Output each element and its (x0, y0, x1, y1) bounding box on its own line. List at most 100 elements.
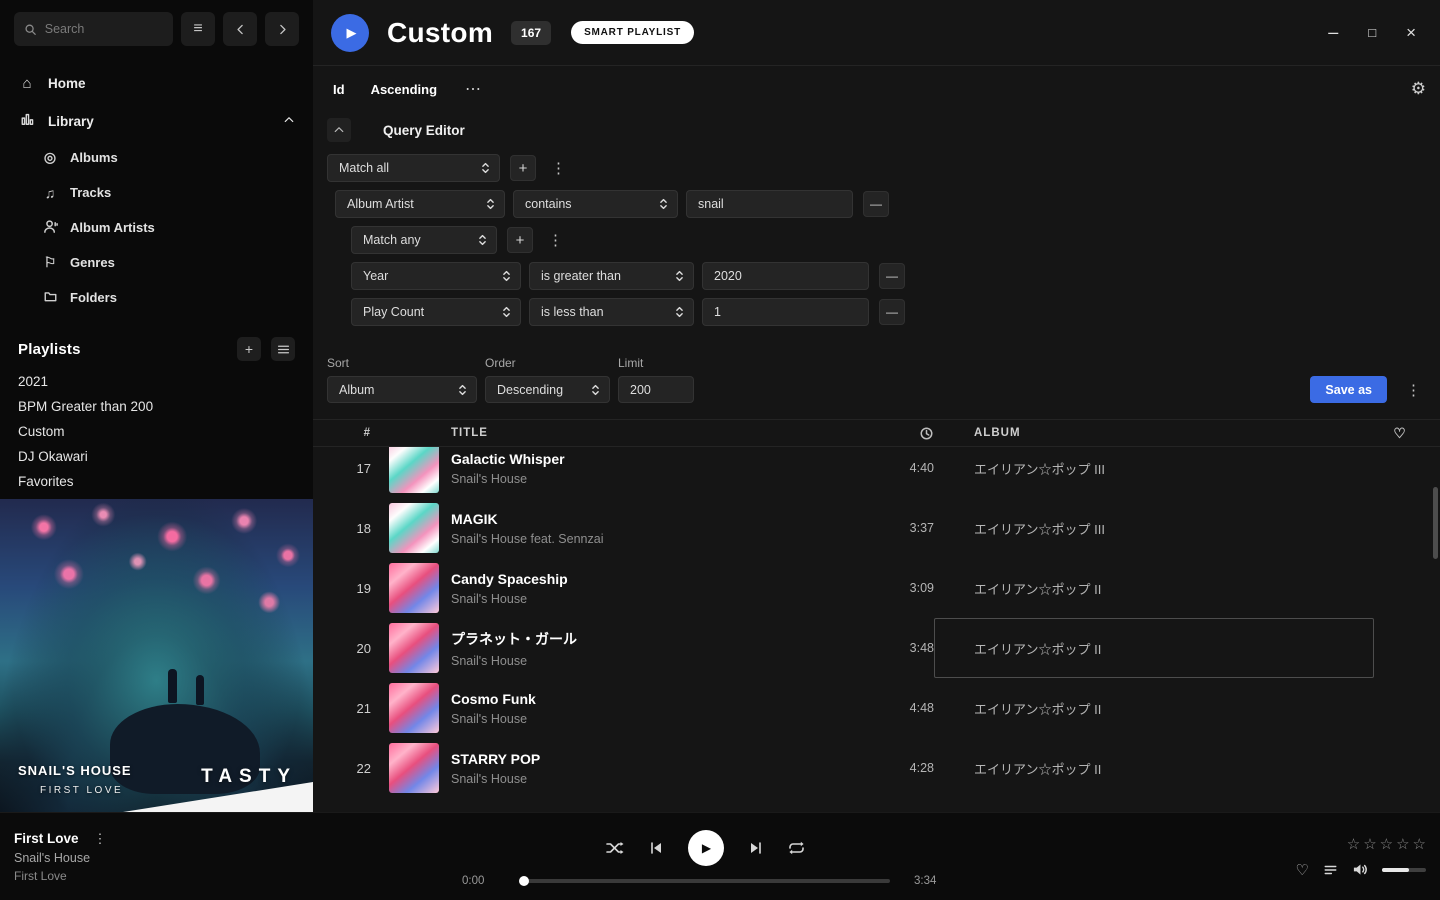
sidebar-item-albums[interactable]: ◎ Albums (0, 140, 313, 175)
playlist-item[interactable]: Custom (0, 419, 313, 444)
star-icon[interactable]: ☆ (1380, 835, 1393, 853)
rule-value-input[interactable] (686, 190, 853, 218)
main-content: ▶ Custom 167 SMART PLAYLIST – □ × Id Asc… (313, 0, 1440, 812)
favorite-button[interactable]: ♡ (1296, 861, 1309, 879)
nav-forward-button[interactable] (265, 12, 299, 46)
repeat-button[interactable] (788, 840, 805, 856)
more-options-button[interactable]: ⋯ (465, 79, 483, 99)
track-album-cell[interactable]: エイリアン☆ポップ II (934, 738, 1374, 798)
search-box[interactable] (14, 12, 173, 46)
order-select[interactable]: Descending (485, 376, 610, 403)
add-playlist-button[interactable]: + (237, 337, 261, 361)
group-match-select[interactable]: Match any (351, 226, 497, 254)
column-header-album[interactable]: ALBUM (934, 427, 1374, 439)
queue-button[interactable] (1323, 863, 1338, 877)
sidebar-item-folders[interactable]: Folders (0, 280, 313, 315)
sort-field-button[interactable]: Id (327, 82, 351, 97)
remove-rule-button[interactable]: — (863, 191, 889, 217)
now-playing-artwork[interactable]: SNAIL'S HOUSE FIRST LOVE TASTY (0, 499, 313, 812)
play-pause-button[interactable]: ▶ (688, 830, 724, 866)
now-playing-title[interactable]: First Love (14, 831, 79, 846)
save-menu-button[interactable]: ⋮ (1401, 376, 1426, 403)
window-close-button[interactable]: × (1406, 23, 1416, 43)
track-art (389, 623, 439, 673)
previous-button[interactable] (648, 840, 664, 856)
group-menu-button[interactable]: ⋮ (543, 231, 568, 249)
save-as-button[interactable]: Save as (1310, 376, 1387, 403)
track-album-cell[interactable]: エイリアン☆ポップ II (934, 678, 1374, 738)
query-rule-row: Play Count is less than — (351, 298, 1426, 326)
favorite-column-icon[interactable]: ♡ (1374, 425, 1426, 442)
query-editor-collapse-button[interactable] (327, 118, 351, 142)
duration-column-icon[interactable] (864, 426, 934, 441)
playlist-item[interactable]: DJ Okawari (0, 444, 313, 469)
limit-input[interactable] (618, 376, 694, 403)
track-album: エイリアン☆ポップ II (974, 639, 1101, 658)
volume-button[interactable] (1352, 862, 1368, 877)
next-button[interactable] (748, 840, 764, 856)
sort-direction-button[interactable]: Ascending (365, 82, 443, 97)
root-match-select[interactable]: Match all (327, 154, 500, 182)
track-album-cell[interactable]: エイリアン☆ポップ II (934, 618, 1374, 678)
track-row[interactable]: 17 Galactic Whisper Snail's House 4:40 エ… (313, 447, 1440, 498)
rule-value-input[interactable] (702, 262, 869, 290)
track-row[interactable]: 18 MAGIK Snail's House feat. Sennzai 3:3… (313, 498, 1440, 558)
playlist-view-button[interactable] (271, 337, 295, 361)
rule-field-value: Album Artist (347, 197, 414, 211)
window-minimize-button[interactable]: – (1328, 22, 1338, 43)
sort-select[interactable]: Album (327, 376, 477, 403)
playlist-item[interactable]: 2021 (0, 369, 313, 394)
track-row[interactable]: 20 プラネット・ガール Snail's House 3:48 エイリアン☆ポッ… (313, 618, 1440, 678)
group-match-value: Match any (363, 233, 421, 247)
column-header-title[interactable]: TITLE (439, 427, 864, 439)
menu-button[interactable]: ≡ (181, 12, 215, 46)
track-row[interactable]: 22 STARRY POP Snail's House 4:28 エイリアン☆ポ… (313, 738, 1440, 798)
track-album-cell[interactable]: エイリアン☆ポップ III (934, 447, 1374, 498)
window-maximize-button[interactable]: □ (1368, 25, 1376, 40)
add-group-rule-button[interactable]: + (507, 227, 533, 253)
list-sort-bar: Id Ascending ⋯ ⚙ (313, 66, 1440, 112)
rule-field-select[interactable]: Year (351, 262, 521, 290)
play-playlist-button[interactable]: ▶ (331, 14, 369, 52)
volume-slider[interactable] (1382, 868, 1426, 872)
track-number: 17 (327, 461, 375, 476)
remove-rule-button[interactable]: — (879, 299, 905, 325)
seek-slider[interactable] (520, 879, 890, 883)
track-number: 19 (327, 581, 375, 596)
sidebar-item-library[interactable]: Library (0, 102, 313, 140)
rule-operator-select[interactable]: contains (513, 190, 678, 218)
rule-operator-select[interactable]: is less than (529, 298, 694, 326)
track-row[interactable]: 21 Cosmo Funk Snail's House 4:48 エイリアン☆ポ… (313, 678, 1440, 738)
sidebar-item-home[interactable]: ⌂ Home (0, 64, 313, 102)
track-row[interactable]: 19 Candy Spaceship Snail's House 3:09 エイ… (313, 558, 1440, 618)
sidebar-item-tracks[interactable]: ♫ Tracks (0, 175, 313, 210)
remove-rule-button[interactable]: — (879, 263, 905, 289)
track-options-button[interactable]: ⋮ (89, 831, 112, 847)
rule-group-menu-button[interactable]: ⋮ (546, 159, 571, 177)
rule-field-select[interactable]: Album Artist (335, 190, 505, 218)
seek-knob[interactable] (519, 876, 529, 886)
star-icon[interactable]: ☆ (1396, 835, 1409, 853)
add-rule-button[interactable]: + (510, 155, 536, 181)
column-header-number[interactable]: # (327, 427, 375, 439)
library-collapse-icon[interactable] (283, 114, 295, 129)
now-playing-artist[interactable]: Snail's House (14, 851, 314, 865)
sidebar-item-album-artists[interactable]: Album Artists (0, 210, 313, 245)
now-playing-album[interactable]: First Love (14, 869, 314, 883)
track-album-cell[interactable]: エイリアン☆ポップ III (934, 498, 1374, 558)
playlist-item[interactable]: Favorites (0, 469, 313, 494)
search-input[interactable] (45, 22, 163, 36)
star-icon[interactable]: ☆ (1347, 835, 1360, 853)
star-icon[interactable]: ☆ (1413, 835, 1426, 853)
rule-operator-select[interactable]: is greater than (529, 262, 694, 290)
sidebar-item-genres[interactable]: ⚐ Genres (0, 245, 313, 280)
rule-value-input[interactable] (702, 298, 869, 326)
track-album-cell[interactable]: エイリアン☆ポップ II (934, 558, 1374, 618)
settings-gear-button[interactable]: ⚙ (1411, 79, 1426, 99)
rule-field-select[interactable]: Play Count (351, 298, 521, 326)
playlist-item[interactable]: BPM Greater than 200 (0, 394, 313, 419)
nav-back-button[interactable] (223, 12, 257, 46)
scrollbar-thumb[interactable] (1433, 487, 1438, 559)
shuffle-button[interactable] (606, 840, 624, 856)
star-icon[interactable]: ☆ (1363, 835, 1376, 853)
